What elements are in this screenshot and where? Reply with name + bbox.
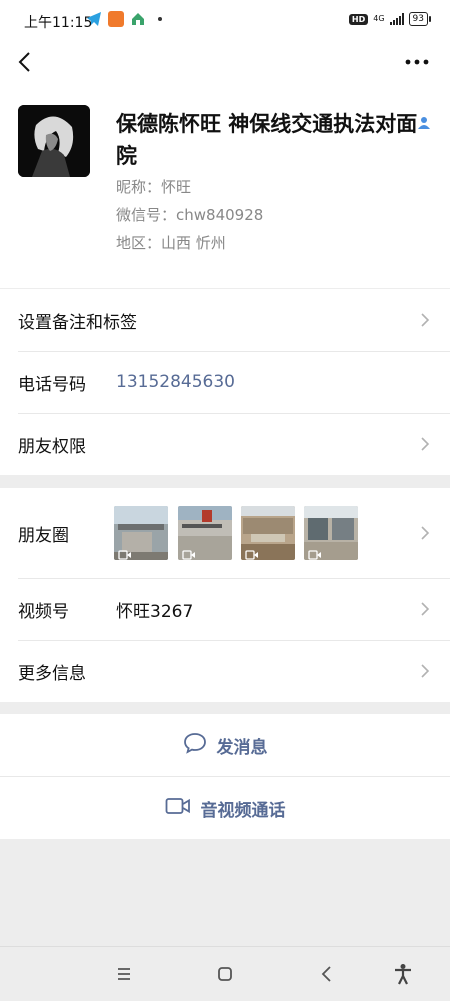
moments-row[interactable]: 朋友圈	[0, 488, 450, 578]
app-notification-icon	[108, 11, 124, 27]
moments-label: 朋友圈	[18, 525, 69, 546]
moments-thumbnail	[114, 506, 168, 560]
menu-icon[interactable]	[113, 963, 135, 985]
chat-bubble-icon	[183, 732, 207, 759]
video-call-label: 音视频通话	[200, 800, 286, 821]
nickname: 昵称：怀旺	[116, 178, 192, 196]
telegram-icon	[86, 11, 102, 27]
back-nav-icon[interactable]	[316, 963, 338, 985]
phone-row[interactable]: 电话号码 13152845630	[0, 351, 450, 413]
home-icon[interactable]	[214, 963, 236, 985]
video-icon	[182, 545, 196, 560]
channels-row[interactable]: 视频号 怀旺3267	[0, 578, 450, 640]
back-icon[interactable]	[14, 50, 38, 74]
avatar[interactable]	[18, 105, 90, 177]
accessibility-icon[interactable]	[392, 963, 414, 985]
send-message-button[interactable]: 发消息	[0, 714, 450, 776]
moments-thumbnail	[304, 506, 358, 560]
chevron-right-icon	[420, 436, 430, 452]
chevron-right-icon	[420, 312, 430, 328]
chevron-right-icon	[420, 663, 430, 679]
friend-permissions-row[interactable]: 朋友权限	[0, 413, 450, 475]
remark-tags-label: 设置备注和标签	[18, 312, 137, 333]
phone-number[interactable]: 13152845630	[116, 372, 235, 392]
system-nav-bar	[0, 946, 450, 1001]
phone-label: 电话号码	[18, 374, 86, 395]
profile-header: 保德陈怀旺 神保线交通执法对面院 昵称：怀旺 微信号：chw840928 地区：…	[0, 88, 450, 288]
wechat-id: 微信号：chw840928	[116, 206, 264, 224]
content-section: 朋友圈 视频号 怀旺3267 更多信息	[0, 488, 450, 702]
video-camera-icon	[165, 797, 191, 820]
video-icon	[245, 545, 259, 560]
status-bar: 上午11:15 HD 4G 93	[0, 0, 450, 40]
hd-icon: HD	[348, 13, 369, 25]
battery-icon: 93	[408, 12, 432, 26]
video-icon	[118, 545, 132, 560]
status-time: 上午11:15	[24, 15, 93, 31]
chevron-right-icon	[420, 601, 430, 617]
channels-value: 怀旺3267	[116, 601, 194, 622]
send-message-label: 发消息	[216, 737, 268, 758]
region: 地区：山西 忻州	[116, 234, 226, 252]
friend-permissions-label: 朋友权限	[18, 436, 86, 457]
video-icon	[308, 545, 322, 560]
video-call-button[interactable]: 音视频通话	[0, 777, 450, 839]
top-nav	[0, 40, 450, 88]
home-app-icon	[130, 11, 146, 27]
more-options-icon[interactable]	[404, 54, 430, 70]
more-notifications-dot	[158, 17, 162, 21]
display-name: 保德陈怀旺 神保线交通执法对面院	[116, 112, 418, 168]
network-type: 4G	[373, 14, 385, 23]
signal-icon	[389, 13, 404, 25]
chevron-right-icon	[420, 525, 430, 541]
moments-thumbnail	[241, 506, 295, 560]
remark-tags-row[interactable]: 设置备注和标签	[0, 289, 450, 351]
moments-thumbnail	[178, 506, 232, 560]
gender-male-icon	[417, 115, 431, 129]
more-info-row[interactable]: 更多信息	[0, 640, 450, 702]
more-info-label: 更多信息	[18, 663, 86, 684]
contact-settings-section: 设置备注和标签 电话号码 13152845630 朋友权限	[0, 289, 450, 475]
channels-label: 视频号	[18, 601, 69, 622]
